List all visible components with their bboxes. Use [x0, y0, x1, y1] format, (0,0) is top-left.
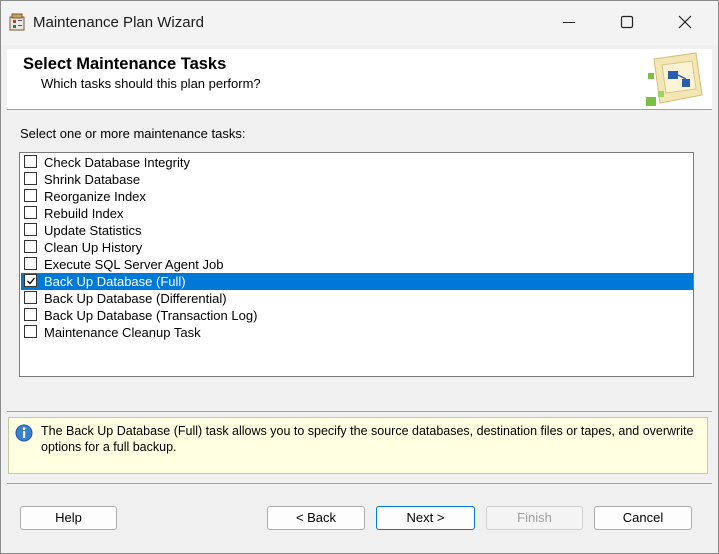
- task-list-item[interactable]: Back Up Database (Full): [21, 273, 693, 290]
- task-list-item[interactable]: Check Database Integrity: [21, 154, 693, 171]
- wizard-header: Select Maintenance Tasks Which tasks sho…: [7, 49, 712, 110]
- task-list-item[interactable]: Back Up Database (Differential): [21, 290, 693, 307]
- task-description-panel: The Back Up Database (Full) task allows …: [8, 417, 708, 474]
- finish-button[interactable]: Finish: [486, 506, 583, 530]
- minimize-icon: [563, 22, 575, 23]
- wizard-graphic-icon: [644, 51, 706, 109]
- minimize-button[interactable]: [541, 1, 599, 45]
- task-checkbox[interactable]: [24, 172, 37, 185]
- task-label: Maintenance Cleanup Task: [44, 325, 201, 340]
- checkmark-icon: [27, 277, 36, 285]
- task-checkbox[interactable]: [24, 206, 37, 219]
- instruction-label: Select one or more maintenance tasks:: [20, 126, 246, 141]
- help-button[interactable]: Help: [20, 506, 117, 530]
- back-button[interactable]: < Back: [267, 506, 365, 530]
- task-label: Execute SQL Server Agent Job: [44, 257, 224, 272]
- task-checkbox[interactable]: [24, 189, 37, 202]
- task-list-item[interactable]: Back Up Database (Transaction Log): [21, 307, 693, 324]
- task-list-item[interactable]: Clean Up History: [21, 239, 693, 256]
- app-icon: [9, 13, 27, 31]
- page-subtitle: Which tasks should this plan perform?: [41, 76, 261, 91]
- divider: [7, 483, 712, 484]
- task-label: Check Database Integrity: [44, 155, 190, 170]
- task-list-item[interactable]: Rebuild Index: [21, 205, 693, 222]
- task-listbox[interactable]: Check Database Integrity Shrink Database R…: [19, 152, 694, 377]
- task-checkbox[interactable]: [24, 240, 37, 253]
- task-list-item[interactable]: Update Statistics: [21, 222, 693, 239]
- next-button[interactable]: Next >: [376, 506, 475, 530]
- info-icon: [15, 424, 33, 442]
- task-list-item[interactable]: Execute SQL Server Agent Job: [21, 256, 693, 273]
- task-checkbox[interactable]: [24, 274, 37, 287]
- task-description-text: The Back Up Database (Full) task allows …: [41, 424, 694, 454]
- task-label: Back Up Database (Transaction Log): [44, 308, 258, 323]
- task-label: Clean Up History: [44, 240, 143, 255]
- maximize-icon: [620, 15, 634, 29]
- cancel-button[interactable]: Cancel: [594, 506, 692, 530]
- close-button[interactable]: [657, 1, 715, 45]
- task-label: Shrink Database: [44, 172, 141, 187]
- wizard-window: Maintenance Plan Wizard Select Maintenan…: [0, 0, 719, 554]
- task-label: Back Up Database (Differential): [44, 291, 227, 306]
- task-list-item[interactable]: Shrink Database: [21, 171, 693, 188]
- title-bar[interactable]: Maintenance Plan Wizard: [1, 1, 718, 45]
- task-label: Update Statistics: [44, 223, 142, 238]
- task-label: Rebuild Index: [44, 206, 124, 221]
- task-checkbox[interactable]: [24, 257, 37, 270]
- window-title: Maintenance Plan Wizard: [33, 14, 204, 31]
- task-list-item[interactable]: Maintenance Cleanup Task: [21, 324, 693, 341]
- task-checkbox[interactable]: [24, 155, 37, 168]
- divider: [7, 411, 712, 412]
- task-checkbox[interactable]: [24, 308, 37, 321]
- page-title: Select Maintenance Tasks: [23, 55, 227, 73]
- task-list-item[interactable]: Reorganize Index: [21, 188, 693, 205]
- maximize-button[interactable]: [599, 1, 657, 45]
- task-label: Reorganize Index: [44, 189, 146, 204]
- task-label: Back Up Database (Full): [44, 274, 186, 289]
- task-checkbox[interactable]: [24, 223, 37, 236]
- close-icon: [678, 15, 692, 29]
- task-checkbox[interactable]: [24, 325, 37, 338]
- task-checkbox[interactable]: [24, 291, 37, 304]
